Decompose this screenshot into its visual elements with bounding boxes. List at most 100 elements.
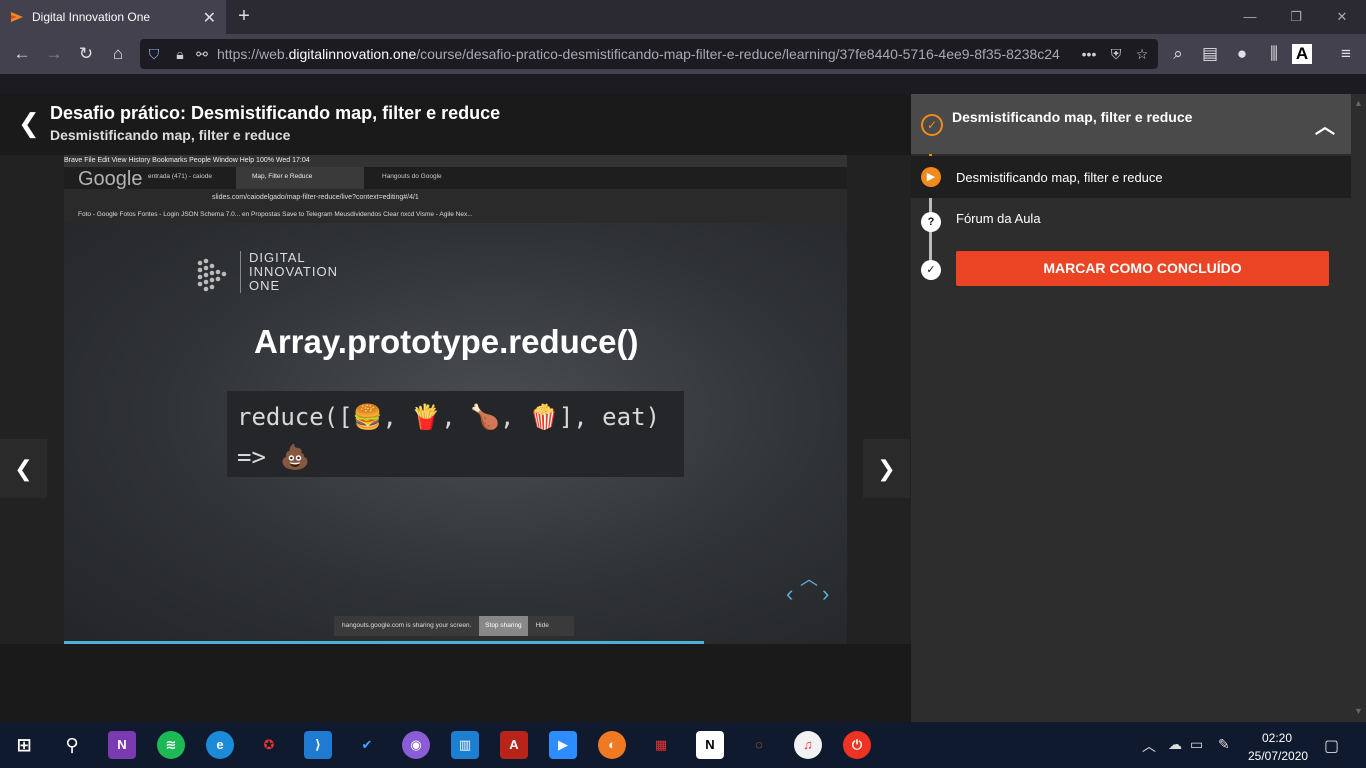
mac-address-bar: slides.com/caiodelgado/map-filter-reduce… [64, 189, 847, 207]
notifications-icon[interactable]: ▢ [1324, 736, 1339, 756]
clock-date[interactable]: 25/07/2020 [1248, 749, 1308, 763]
sidebar-item-forum[interactable]: Fórum da Aula [956, 211, 1041, 226]
power-app-icon[interactable]: ⏻ [843, 731, 871, 759]
module-title: Desmistificando map, filter e reduce [952, 109, 1193, 125]
logo-line-3: ONE [249, 278, 281, 293]
bookmark-star-icon[interactable]: ☆ [1132, 44, 1152, 64]
mark-complete-button[interactable]: MARCAR COMO CONCLUÍDO [956, 251, 1329, 286]
app-n-icon[interactable]: N [696, 731, 724, 759]
windows-start-icon[interactable]: ⊞ [10, 731, 38, 759]
lesson-header: ❮ Desafio prático: Desmistificando map, … [0, 94, 911, 155]
acrobat-icon[interactable]: A [500, 731, 528, 759]
stop-sharing-button[interactable]: Stop sharing [479, 616, 528, 636]
previous-lesson-button[interactable]: ❮ [0, 439, 47, 498]
mac-tab-1: entrada (471) - caiode [148, 173, 212, 180]
restore-icon[interactable]: ❐ [1276, 6, 1316, 28]
search-icon[interactable]: ⌕ [1164, 40, 1192, 68]
code-line-2: => 💩 [237, 443, 311, 471]
tab-title: Digital Innovation One [32, 10, 151, 24]
vscode-icon[interactable]: ⟩ [304, 731, 332, 759]
module-check-icon: ✓ [921, 114, 943, 136]
next-lesson-button[interactable]: ❯ [863, 439, 910, 498]
code-line-1: reduce([🍔, 🍟, 🍗, 🍿], eat) [237, 403, 660, 431]
mac-tab-2: Map, Filter e Reduce [252, 173, 313, 180]
clock-time[interactable]: 02:20 [1262, 731, 1292, 745]
pen-icon[interactable]: ✎ [1218, 736, 1230, 753]
site-favicon-icon [11, 12, 23, 22]
lock-icon[interactable]: 🔒︎ [170, 44, 190, 64]
search-icon[interactable]: ⚲ [58, 731, 86, 759]
screen-share-bar: hangouts.google.com is sharing your scre… [334, 616, 574, 636]
mac-menu-bar: Brave File Edit View History Bookmarks P… [64, 155, 847, 167]
logo-line-1: DIGITAL [249, 250, 306, 265]
video-frame[interactable]: Brave File Edit View History Bookmarks P… [64, 155, 847, 644]
browser-tab-bar: Digital Innovation One ✕ + — ❐ ✕ [0, 0, 1366, 34]
mac-bookmarks-bar: Foto - Google Fotos Fontes - Login JSON … [64, 207, 847, 223]
library-icon[interactable]: ⫼ [1260, 40, 1288, 68]
mac-tab-3: Hangouts do Google [382, 173, 442, 180]
collapse-chevron-up-icon[interactable]: ︿ [1315, 110, 1335, 139]
github-desktop-icon[interactable]: ◉ [402, 731, 430, 759]
reader-view-icon[interactable]: ▤ [1196, 40, 1224, 68]
back-icon[interactable]: ← [8, 40, 36, 68]
onenote-icon[interactable]: N [108, 731, 136, 759]
spotify-icon[interactable]: ≋ [157, 731, 185, 759]
browser-tab[interactable]: Digital Innovation One ✕ [0, 0, 226, 34]
close-window-icon[interactable]: ✕ [1322, 6, 1362, 28]
scroll-down-icon[interactable]: ▼ [1354, 706, 1363, 716]
toolbar-gap [0, 74, 1366, 94]
menu-icon[interactable]: ≡ [1332, 40, 1360, 68]
address-bar[interactable]: ⛉ 🔒︎ ⚯ https://web.digitalinnovation.one… [140, 39, 1158, 69]
code-block: reduce([🍔, 🍟, 🍗, 🍿], eat) => 💩 [227, 391, 684, 477]
network-icon[interactable]: ▭ [1190, 736, 1203, 753]
profile-avatar-icon[interactable]: ● [1228, 40, 1256, 68]
module-header[interactable]: ✓ Desmistificando map, filter e reduce ︿ [911, 94, 1351, 154]
forward-icon[interactable]: → [40, 40, 68, 68]
new-tab-button[interactable]: + [232, 4, 256, 28]
hide-button[interactable]: Hide [535, 622, 548, 629]
page-scrollbar[interactable]: ▲ ▼ [1351, 94, 1366, 722]
course-page: ❮ Desafio prático: Desmistificando map, … [0, 94, 1366, 722]
itunes-icon[interactable]: ♫ [794, 731, 822, 759]
share-status-text: hangouts.google.com is sharing your scre… [342, 622, 472, 629]
google-overlay-text: Google [78, 168, 143, 190]
browser-nav-bar: ← → ↻ ⌂ ⛉ 🔒︎ ⚯ https://web.digitalinnova… [0, 34, 1366, 74]
app-red-icon[interactable]: ✪ [255, 731, 283, 759]
app-orange-icon[interactable]: ◌ [745, 731, 773, 759]
back-arrow-icon[interactable]: ❮ [18, 108, 40, 139]
page-title: Desafio prático: Desmistificando map, fi… [50, 103, 501, 123]
video-player[interactable]: ❮ ❯ Brave File Edit View History Bookmar… [0, 155, 911, 644]
app-checker-icon[interactable]: ▦ [647, 731, 675, 759]
edge-icon[interactable]: e [206, 731, 234, 759]
logo-line-2: INNOVATION [249, 264, 338, 279]
tray-chevron-up-icon[interactable]: ︿ [1142, 736, 1156, 756]
shield-icon[interactable]: ⛉ [144, 44, 164, 64]
reload-icon[interactable]: ↻ [72, 40, 100, 68]
page-actions-icon[interactable]: ••• [1076, 44, 1102, 64]
minimize-icon[interactable]: — [1230, 6, 1270, 28]
extension-a-icon[interactable]: A [1292, 44, 1312, 64]
trello-icon[interactable]: ▥ [451, 731, 479, 759]
lesson-sidebar: ✓ Desmistificando map, filter e reduce ︿… [911, 94, 1351, 722]
mac-tab-strip: Google entrada (471) - caiode Map, Filte… [64, 167, 847, 190]
home-icon[interactable]: ⌂ [104, 40, 132, 68]
close-tab-icon[interactable]: ✕ [203, 8, 216, 28]
dio-logo-icon [197, 258, 227, 292]
sidebar-item-video[interactable]: ▶ Desmistificando map, filter e reduce [911, 156, 1351, 198]
mac-url-text: slides.com/caiodelgado/map-filter-reduce… [212, 194, 419, 201]
pocket-icon[interactable]: ⛨ [1106, 44, 1126, 64]
video-footer-area [0, 644, 911, 722]
presentation-slide: DIGITAL INNOVATION ONE Array.prototype.r… [64, 223, 847, 644]
mac-bookmarks-text: Foto - Google Fotos Fontes - Login JSON … [78, 211, 473, 218]
onedrive-icon[interactable]: ☁ [1168, 736, 1182, 753]
check-icon: ✓ [921, 260, 941, 280]
question-icon: ? [921, 212, 941, 232]
firefox-icon[interactable]: ◐ [598, 731, 626, 759]
sidebar-item-video-label: Desmistificando map, filter e reduce [956, 170, 1163, 185]
zoom-icon[interactable]: ▶ [549, 731, 577, 759]
scroll-up-icon[interactable]: ▲ [1354, 98, 1363, 108]
url-text: https://web.digitalinnovation.one/course… [217, 46, 1060, 62]
permissions-icon[interactable]: ⚯ [192, 44, 212, 64]
page-subtitle: Desmistificando map, filter e reduce [50, 127, 291, 143]
todo-icon[interactable]: ✔ [353, 731, 381, 759]
